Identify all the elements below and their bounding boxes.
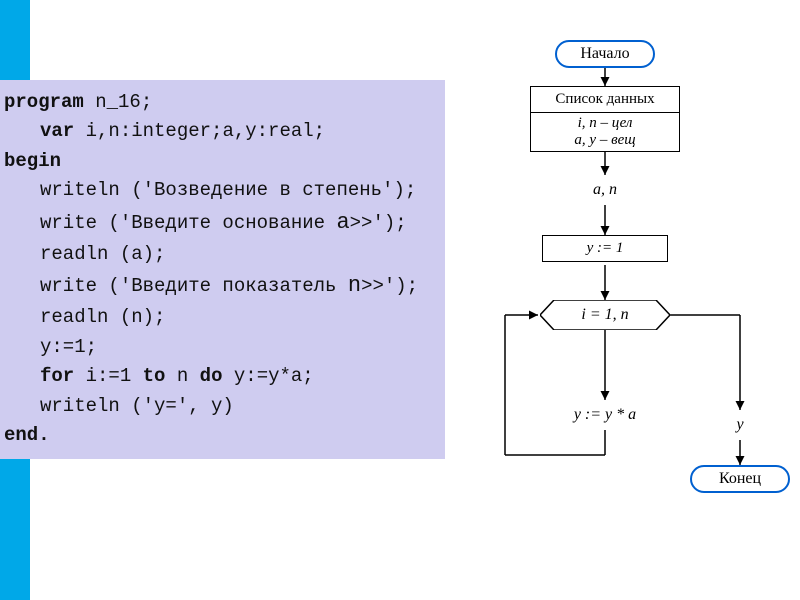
code-text: readln (n); — [4, 303, 165, 332]
kw-end: end. — [4, 424, 50, 446]
code-block: program n_16; var i,n:integer;a,y:real; … — [0, 80, 445, 459]
code-text: >>'); — [361, 275, 418, 297]
flow-start-label: Начало — [580, 45, 629, 62]
kw-var: var — [40, 120, 74, 142]
flow-data-list: Список данных — [530, 86, 680, 113]
flow-types-1: i, n – цел — [531, 115, 679, 132]
flow-body-label: y := y * a — [574, 406, 636, 423]
code-text: writeln ('Возведение в степень'); — [4, 176, 416, 205]
kw-begin: begin — [4, 150, 61, 172]
flowchart: Начало Список данных i, n – цел a, y – в… — [480, 40, 800, 600]
flow-input-label: a, n — [593, 181, 617, 198]
flow-data-list-label: Список данных — [555, 91, 654, 107]
flow-init: y := 1 — [542, 235, 668, 262]
kw-program: program — [4, 91, 84, 113]
code-text: i,n:integer;a,y:real; — [74, 120, 325, 142]
flow-init-label: y := 1 — [587, 240, 624, 256]
code-text: y:=1; — [4, 333, 97, 362]
flow-body: y := y * a — [550, 400, 660, 430]
code-text: a — [336, 210, 349, 235]
code-text: write ('Введите показатель — [40, 275, 348, 297]
code-text: >>'); — [350, 212, 407, 234]
flow-output: y — [695, 410, 785, 440]
flow-types-2: a, y – вещ — [531, 132, 679, 149]
kw-for: for — [40, 365, 74, 387]
flow-input: a, n — [550, 175, 660, 205]
code-text: n — [165, 365, 199, 387]
flow-loop-label: i = 1, n — [581, 306, 628, 323]
code-text: readln (a); — [4, 240, 165, 269]
flow-output-label: y — [736, 416, 743, 433]
code-text: y:=y*a; — [222, 365, 313, 387]
code-text: i:=1 — [74, 365, 142, 387]
flow-loop: i = 1, n — [540, 300, 670, 330]
code-text: writeln ('y=', y) — [4, 392, 234, 421]
flow-start: Начало — [555, 40, 655, 68]
code-text: write ('Введите основание — [40, 212, 336, 234]
kw-to: to — [143, 365, 166, 387]
code-text: n_16; — [84, 91, 152, 113]
flow-end: Конец — [690, 465, 790, 493]
kw-do: do — [200, 365, 223, 387]
code-text: n — [348, 273, 361, 298]
flow-end-label: Конец — [719, 470, 761, 487]
flow-types: i, n – цел a, y – вещ — [530, 113, 680, 152]
